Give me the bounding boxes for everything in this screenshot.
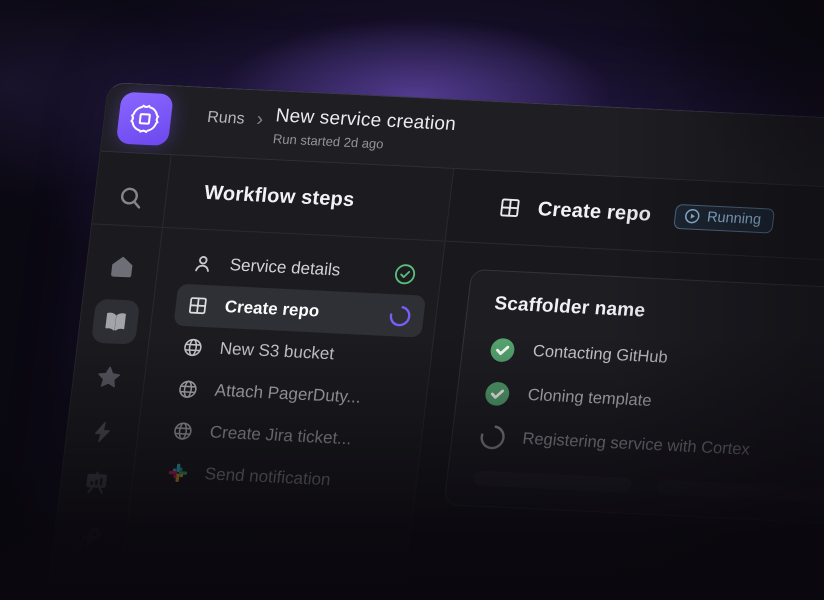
app-logo[interactable] (116, 92, 174, 146)
spinner-icon (477, 423, 507, 451)
play-circle-icon (684, 208, 701, 224)
presentation-icon[interactable] (82, 469, 111, 496)
detail-panel: Create repo Running Scaffolder name (389, 169, 824, 600)
workflow-step-label: Create Jira ticket... (209, 422, 353, 449)
task-label: Contacting GitHub (532, 342, 669, 367)
check-circle-icon (392, 262, 418, 286)
breadcrumb: Runs › New service creation Run started … (204, 101, 457, 154)
cortex-logo-icon (126, 101, 164, 137)
run-started-timestamp: Run started 2d ago (272, 131, 454, 155)
home-icon[interactable] (108, 253, 137, 280)
scaffolder-card: Scaffolder name Contacting GitHub (443, 269, 824, 535)
globe-icon (170, 420, 197, 443)
skeleton-row (473, 470, 824, 512)
breadcrumb-current: New service creation Run started 2d ago (272, 105, 457, 155)
bolt-icon[interactable] (89, 420, 116, 445)
workflow-panel-header: Workflow steps (163, 155, 453, 241)
workflow-step-label: New S3 bucket (219, 339, 336, 364)
workflow-step-list: Service details (131, 228, 444, 506)
status-badge-label: Running (706, 209, 762, 228)
grid-icon (185, 294, 212, 317)
spinner-icon (387, 304, 413, 328)
task-registering-service: Registering service with Cortex (477, 423, 824, 478)
globe-icon (180, 336, 207, 359)
page-title: New service creation (274, 105, 457, 136)
skeleton-bar (657, 479, 824, 502)
book-icon (91, 299, 140, 345)
grid-icon (497, 195, 524, 220)
app-window: Runs › New service creation Run started … (34, 82, 824, 600)
scene: Runs › New service creation Run started … (0, 0, 824, 600)
breadcrumb-runs-link[interactable]: Runs (206, 108, 245, 128)
status-badge: Running (674, 203, 776, 233)
chevron-right-icon: › (255, 109, 264, 129)
task-label: Registering service with Cortex (521, 429, 750, 459)
task-list: Contacting GitHub Cloning template (477, 335, 824, 478)
workflow-step-label: Create repo (224, 297, 321, 322)
app-body: Workflow steps Service details (35, 152, 824, 600)
check-circle-filled-icon (487, 335, 517, 363)
globe-icon (175, 378, 202, 401)
skeleton-bar (473, 470, 633, 493)
search-icon[interactable] (116, 184, 145, 211)
workflow-step-label: Attach PagerDuty... (214, 381, 362, 408)
slack-icon (165, 462, 191, 483)
person-icon (190, 252, 217, 275)
workflow-step-label: Service details (229, 255, 342, 280)
sidebar-divider (92, 223, 162, 227)
sidebar-item-catalog[interactable] (91, 299, 140, 345)
scaffolder-card-title: Scaffolder name (493, 293, 824, 342)
detail-panel-title: Create repo (537, 198, 653, 226)
workflow-step-label: Send notification (204, 464, 332, 490)
star-icon[interactable] (94, 364, 123, 391)
detail-panel-header: Create repo Running (446, 169, 824, 272)
check-circle-filled-icon (482, 379, 512, 407)
rocket-icon[interactable] (75, 524, 104, 551)
task-label: Cloning template (527, 385, 653, 410)
workflow-panel-title: Workflow steps (203, 181, 356, 211)
